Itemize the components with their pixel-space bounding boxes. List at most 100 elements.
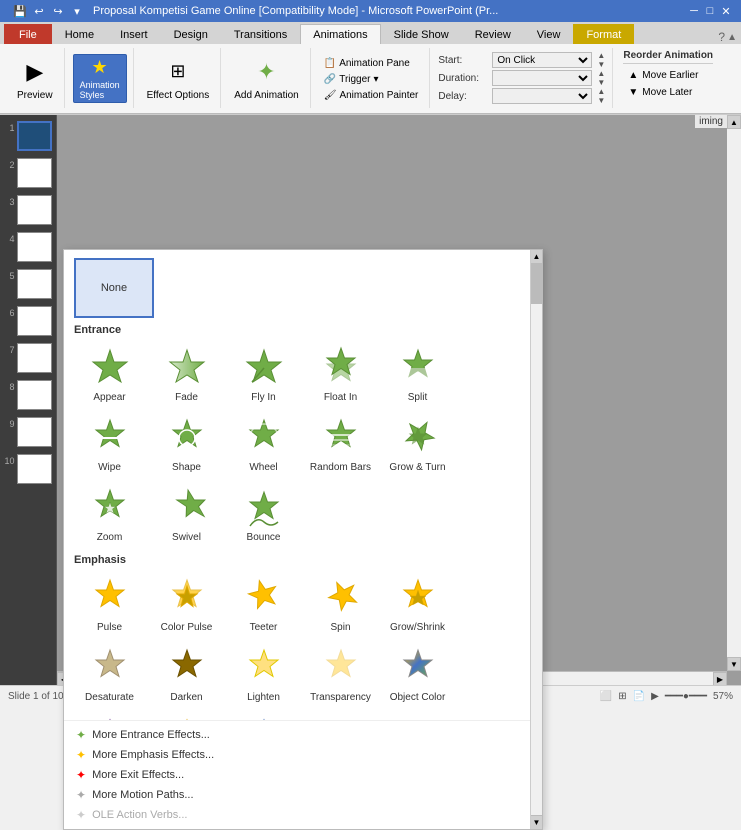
anim-floatin[interactable]: Float In bbox=[303, 340, 378, 408]
tab-review[interactable]: Review bbox=[462, 24, 524, 44]
anim-linecolor[interactable]: Line Color bbox=[149, 710, 224, 720]
more-motion-link[interactable]: ✦ More Motion Paths... bbox=[72, 785, 534, 805]
anim-desaturate[interactable]: Desaturate bbox=[72, 640, 147, 708]
anim-transparency[interactable]: Transparency bbox=[303, 640, 378, 708]
close-btn[interactable]: ✕ bbox=[719, 4, 733, 18]
anim-complement[interactable]: Complemen... bbox=[72, 710, 147, 720]
anim-spin[interactable]: Spin bbox=[303, 570, 378, 638]
start-arrow[interactable]: ▲▼ bbox=[596, 55, 606, 65]
tab-format[interactable]: Format bbox=[573, 24, 634, 44]
tab-transitions[interactable]: Transitions bbox=[221, 24, 300, 44]
move-later-label: Move Later bbox=[642, 87, 692, 98]
delay-row: Delay: ▲▼ bbox=[438, 88, 606, 104]
help-icon[interactable]: ? bbox=[718, 30, 725, 44]
anim-objectcolor[interactable]: Object Color bbox=[380, 640, 455, 708]
view-normal-btn[interactable]: ⬜ bbox=[600, 691, 612, 702]
view-reading-btn[interactable]: 📄 bbox=[633, 691, 645, 702]
move-earlier-btn[interactable]: ▲ Move Earlier bbox=[623, 68, 713, 83]
add-animation-btn[interactable]: ✦ Add Animation bbox=[229, 53, 304, 104]
anim-growshrink[interactable]: Grow/Shrink bbox=[380, 570, 455, 638]
animation-pane-icon: 📋 bbox=[324, 58, 336, 69]
scroll-right-main[interactable]: ▶ bbox=[713, 672, 727, 685]
anim-appear[interactable]: Appear bbox=[72, 340, 147, 408]
animation-styles-btn[interactable]: ★ Animation Styles bbox=[73, 54, 127, 103]
dropdown-scroll[interactable]: None Entrance Appear bbox=[64, 250, 542, 720]
scroll-down-btn[interactable]: ▼ bbox=[531, 815, 542, 829]
anim-colorpulse[interactable]: Color Pulse bbox=[149, 570, 224, 638]
more-entrance-link[interactable]: ✦ More Entrance Effects... bbox=[72, 725, 534, 745]
move-later-btn[interactable]: ▼ Move Later bbox=[623, 85, 713, 100]
slide-thumb-4[interactable]: 4 bbox=[2, 230, 54, 264]
anim-zoom[interactable]: Zoom bbox=[72, 480, 147, 548]
slide-thumb-8[interactable]: 8 bbox=[2, 378, 54, 412]
qat-dropdown-icon[interactable]: ▾ bbox=[69, 3, 85, 19]
view-slideshow-btn[interactable]: ▶ bbox=[651, 691, 659, 702]
slide-thumb-6[interactable]: 6 bbox=[2, 304, 54, 338]
anim-split[interactable]: Split bbox=[380, 340, 455, 408]
tab-home[interactable]: Home bbox=[52, 24, 107, 44]
redo-icon[interactable]: ↪ bbox=[50, 3, 66, 19]
trigger-btn[interactable]: 🔗 Trigger ▾ bbox=[319, 72, 384, 87]
anim-wipe[interactable]: Wipe bbox=[72, 410, 147, 478]
anim-flyin[interactable]: Fly In bbox=[226, 340, 301, 408]
start-select[interactable]: On Click With Previous After Previous bbox=[492, 52, 592, 68]
undo-icon[interactable]: ↩ bbox=[31, 3, 47, 19]
anim-fontcolor[interactable]: A Font Color bbox=[380, 710, 455, 720]
tab-view[interactable]: View bbox=[524, 24, 574, 44]
delay-select[interactable] bbox=[492, 88, 592, 104]
anim-bounce[interactable]: Bounce bbox=[226, 480, 301, 548]
anim-fade[interactable]: Fade bbox=[149, 340, 224, 408]
anim-shape[interactable]: Shape bbox=[149, 410, 224, 478]
slide-thumb-2[interactable]: 2 bbox=[2, 156, 54, 190]
maximize-btn[interactable]: □ bbox=[703, 4, 717, 18]
preview-btn[interactable]: ▶ Preview bbox=[12, 53, 58, 104]
scroll-up-btn[interactable]: ▲ bbox=[531, 250, 542, 264]
save-icon[interactable]: 💾 bbox=[12, 3, 28, 19]
more-exit-link[interactable]: ✦ More Exit Effects... bbox=[72, 765, 534, 785]
tab-animations[interactable]: Animations bbox=[300, 24, 380, 44]
more-emphasis-link[interactable]: ✦ More Emphasis Effects... bbox=[72, 745, 534, 765]
anim-randombars[interactable]: Random Bars bbox=[303, 410, 378, 478]
minimize-ribbon-icon[interactable]: ▲ bbox=[727, 32, 737, 43]
slide-thumb-7[interactable]: 7 bbox=[2, 341, 54, 375]
anim-pulse[interactable]: Pulse bbox=[72, 570, 147, 638]
delay-arrow[interactable]: ▲▼ bbox=[596, 91, 606, 101]
anim-wheel[interactable]: Wheel bbox=[226, 410, 301, 478]
zoom-level: 57% bbox=[713, 691, 733, 702]
zoom-label: Zoom bbox=[97, 532, 123, 544]
slide-thumb-10[interactable]: 10 bbox=[2, 452, 54, 486]
ribbon-group-preview: ▶ Preview bbox=[6, 48, 65, 108]
zoom-slider[interactable]: ━━━●━━━ bbox=[665, 691, 707, 702]
anim-swivel[interactable]: Swivel bbox=[149, 480, 224, 548]
tab-insert[interactable]: Insert bbox=[107, 24, 161, 44]
scroll-up-main[interactable]: ▲ bbox=[727, 115, 741, 129]
animation-pane-btn[interactable]: 📋 Animation Pane bbox=[319, 56, 415, 71]
minimize-btn[interactable]: ─ bbox=[687, 4, 701, 18]
anim-darken[interactable]: Darken bbox=[149, 640, 224, 708]
duration-arrow[interactable]: ▲▼ bbox=[596, 73, 606, 83]
slide-num-3: 3 bbox=[4, 195, 15, 207]
none-item[interactable]: None bbox=[74, 258, 154, 318]
slide-thumb-1[interactable]: 1 bbox=[2, 119, 54, 153]
teeter-icon bbox=[240, 574, 288, 622]
wheel-label: Wheel bbox=[249, 462, 277, 474]
animation-painter-btn[interactable]: 🖌 Animation Painter bbox=[319, 88, 424, 103]
tab-design[interactable]: Design bbox=[161, 24, 221, 44]
effect-options-btn[interactable]: ⊞ Effect Options bbox=[142, 53, 215, 104]
tab-slideshow[interactable]: Slide Show bbox=[381, 24, 462, 44]
anim-brushcolor[interactable]: A Brush Color bbox=[303, 710, 378, 720]
anim-growturn[interactable]: Grow & Turn bbox=[380, 410, 455, 478]
anim-teeter[interactable]: Teeter bbox=[226, 570, 301, 638]
duration-select[interactable] bbox=[492, 70, 592, 86]
slide-thumb-9[interactable]: 9 bbox=[2, 415, 54, 449]
anim-fillcolor[interactable]: Fill Color bbox=[226, 710, 301, 720]
slide-img-9 bbox=[17, 417, 52, 447]
anim-lighten[interactable]: Lighten bbox=[226, 640, 301, 708]
view-slide-btn[interactable]: ⊞ bbox=[618, 691, 626, 702]
wipe-icon bbox=[86, 414, 134, 462]
tab-file[interactable]: File bbox=[4, 24, 52, 44]
scroll-down-main[interactable]: ▼ bbox=[727, 657, 741, 671]
slide-thumb-3[interactable]: 3 bbox=[2, 193, 54, 227]
slide-thumb-5[interactable]: 5 bbox=[2, 267, 54, 301]
slide-num-2: 2 bbox=[4, 158, 15, 170]
